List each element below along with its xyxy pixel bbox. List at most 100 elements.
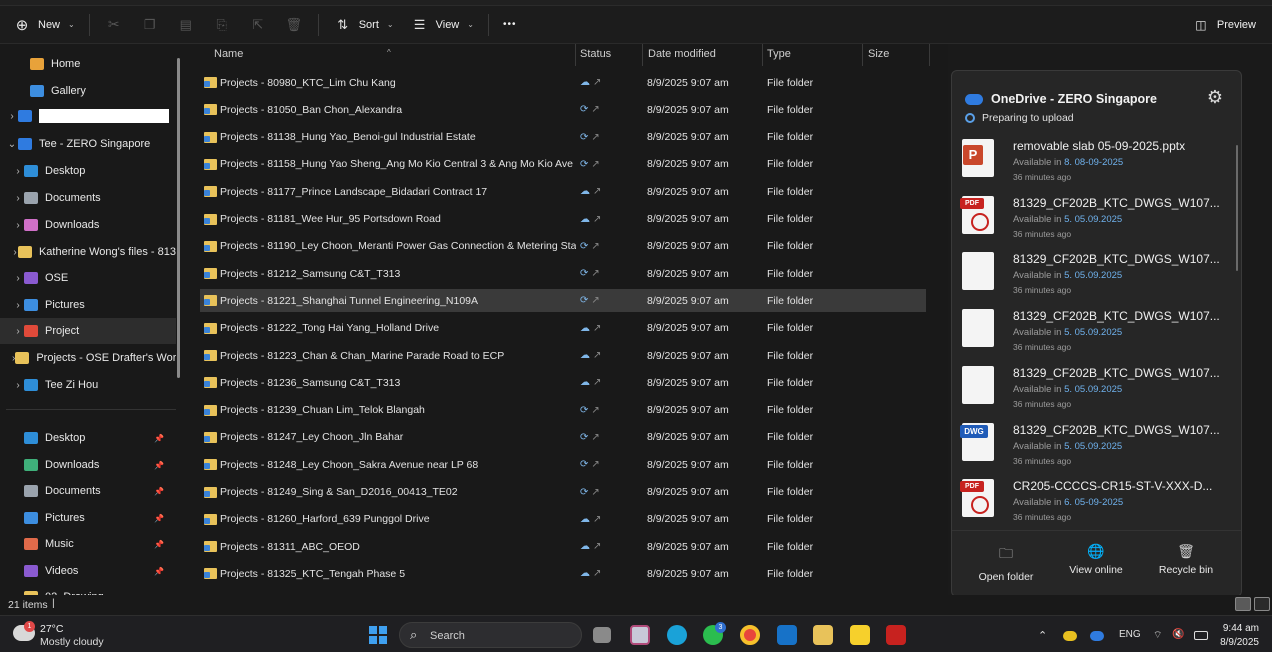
nav-item[interactable]: › Desktop [0,158,176,184]
settings-gear-icon[interactable]: ⚙ [1207,87,1223,108]
rename-icon[interactable]: ⎘ [212,15,232,35]
show-hidden-icons[interactable]: ⌃ [1038,629,1047,642]
view-online-button[interactable]: 🌐 View online [1056,543,1136,576]
table-row[interactable]: Projects - 81247_Ley Choon_Jln Bahar ⟳ ↗ 8/… [200,426,926,449]
nav-item[interactable]: › Projects - OSE Drafter's Wor [0,345,176,371]
availability-folder-link[interactable]: 5. 05.09.2025 [1064,270,1122,281]
details-view-button[interactable] [1235,597,1251,611]
column-divider[interactable] [762,44,763,66]
table-row[interactable]: Projects - 81221_Shanghai Tunnel Enginee… [200,289,926,313]
quick-access-item[interactable]: Pictures 📌 [0,505,176,531]
onedrive-tray-icon[interactable] [1063,631,1077,641]
column-divider[interactable] [862,44,863,66]
chevron-right-icon[interactable]: › [12,193,24,204]
column-divider[interactable] [929,44,930,66]
outlook-icon[interactable] [777,625,797,645]
nav-item[interactable]: › Tee Zi Hou [0,372,176,398]
new-button[interactable]: ⊕ New ⌄ [4,11,83,39]
table-row[interactable]: Projects - 81050_Ban Chon_Alexandra ⟳ ↗ 8/9… [200,98,926,121]
quick-access-item[interactable]: Videos 📌 [0,558,176,584]
column-date-modified[interactable]: Date modified [648,48,716,60]
availability-folder-link[interactable]: 5. 05.09.2025 [1064,214,1122,225]
windows-start-button[interactable] [369,626,387,644]
chrome-icon[interactable] [740,625,760,645]
chevron-right-icon[interactable]: › [12,326,24,337]
chevron-down-icon[interactable]: ⌄ [6,139,18,150]
nav-item[interactable]: › Pictures [0,292,176,318]
onedrive-sync-tray-icon[interactable] [1090,631,1104,641]
column-divider[interactable] [575,44,576,66]
table-row[interactable]: Projects - 81260_Harford_639 Punggol Dri… [200,508,926,531]
recent-file-item[interactable]: 81329_CF202B_KTC_DWGS_W107... Available i… [952,248,1241,305]
wifi-icon[interactable]: ⌔ [1153,629,1162,642]
recent-file-item[interactable]: 81329_CF202B_KTC_DWGS_W107... Available i… [952,192,1241,249]
nav-item[interactable]: Home [0,51,176,77]
table-row[interactable]: Projects - 81236_Samsung C&T_T313 ☁ ↗ 8/9/2… [200,371,926,394]
column-status[interactable]: Status [580,48,611,60]
recent-file-item[interactable]: 81329_CF202B_KTC_DWGS_W107... Available i… [952,305,1241,362]
paste-icon[interactable]: ▤ [176,15,196,35]
column-name[interactable]: Name [214,48,243,60]
column-divider[interactable] [642,44,643,66]
chevron-right-icon[interactable]: › [12,220,24,231]
recent-file-item[interactable]: 81329_CF202B_KTC_DWGS_W107... Available i… [952,362,1241,419]
table-row[interactable]: Projects - 81311_ABC_OEOD ☁ ↗ 8/9/2025 9:07… [200,535,926,558]
availability-folder-link[interactable]: 6. 05-09-2025 [1064,497,1123,508]
recent-file-item[interactable]: CR205-CCCCS-CR15-ST-V-XXX-D... Available … [952,475,1241,527]
nav-item[interactable]: Gallery [0,78,176,104]
quick-access-item[interactable]: Music 📌 [0,531,176,557]
table-row[interactable]: Projects - 80980_KTC_Lim Chu Kang ☁ ↗ 8/9/2… [200,71,926,94]
acrobat-icon[interactable] [886,625,906,645]
table-row[interactable]: Projects - 81190_Ley Choon_Meranti Power… [200,235,926,258]
chevron-right-icon[interactable]: › [12,273,24,284]
table-row[interactable]: Projects - 81138_Hung Yao_Benoi-gul Indu… [200,126,926,149]
cut-icon[interactable]: ✂ [104,15,124,35]
table-row[interactable]: Projects - 81249_Sing & San_D2016_00413_… [200,481,926,504]
task-view-icon[interactable] [593,627,611,643]
weather-temperature[interactable]: 27°C [40,623,63,635]
table-row[interactable]: Projects - 81177_Prince Landscape_Bidada… [200,180,926,203]
more-options-button[interactable]: ••• [495,11,525,39]
flyout-scrollbar[interactable] [1236,145,1238,271]
nav-item[interactable]: › Documents [0,185,176,211]
sticky-notes-icon[interactable] [850,625,870,645]
table-row[interactable]: Projects - 81223_Chan & Chan_Marine Para… [200,344,926,367]
chevron-right-icon[interactable]: › [12,166,24,177]
nav-item[interactable]: ⌄ Tee - ZERO Singapore [0,131,176,157]
app-icon[interactable] [630,625,650,645]
system-clock[interactable]: 9:44 am 8/9/2025 [1220,622,1259,650]
quick-access-item[interactable]: Documents 📌 [0,478,176,504]
battery-icon[interactable] [1194,631,1208,640]
nav-item[interactable]: › Downloads [0,212,176,238]
availability-folder-link[interactable]: 8. 08-09-2025 [1064,157,1123,168]
chevron-right-icon[interactable]: › [12,380,24,391]
volume-muted-icon[interactable]: 🔇 [1172,629,1184,640]
sort-button[interactable]: ⇅ Sort ⌄ [325,11,402,39]
table-row[interactable]: Projects - 81158_Hung Yao Sheng_Ang Mo K… [200,153,926,176]
table-row[interactable]: Projects - 81212_Samsung C&T_T313 ⟳ ↗ 8/9/2… [200,262,926,285]
copy-icon[interactable]: ❐ [140,15,160,35]
view-button[interactable]: ☰ View ⌄ [402,11,482,39]
availability-folder-link[interactable]: 5. 05.09.2025 [1064,327,1122,338]
recent-file-item[interactable]: removable slab 05-09-2025.pptx Available … [952,135,1241,192]
chevron-right-icon[interactable]: › [12,300,24,311]
table-row[interactable]: Projects - 81325_KTC_Tengah Phase 5 ☁ ↗ 8/9… [200,562,926,585]
quick-access-item[interactable]: 02_Drawing [0,584,176,595]
nav-item[interactable]: › OSE [0,265,176,291]
open-folder-button[interactable]: 🗀 Open folder [966,543,1046,583]
nav-item[interactable]: › Project [0,318,176,344]
share-icon[interactable]: ⇱ [248,15,268,35]
preview-pane-button[interactable]: ◫ Preview [1183,11,1264,39]
language-indicator[interactable]: ENG [1119,629,1141,640]
edge-icon[interactable] [667,625,687,645]
nav-scrollbar[interactable] [177,58,180,378]
table-row[interactable]: Projects - 81239_Chuan Lim_Telok Blangah… [200,399,926,422]
tiles-view-button[interactable] [1254,597,1270,611]
table-row[interactable]: Projects - 81181_Wee Hur_95 Portsdown Ro… [200,208,926,231]
quick-access-item[interactable]: Downloads 📌 [0,452,176,478]
availability-folder-link[interactable]: 5. 05.09.2025 [1064,441,1122,452]
column-size[interactable]: Size [868,48,889,60]
nav-item[interactable]: › [0,103,176,129]
chevron-right-icon[interactable]: › [6,111,18,122]
quick-access-item[interactable]: Desktop 📌 [0,425,176,451]
